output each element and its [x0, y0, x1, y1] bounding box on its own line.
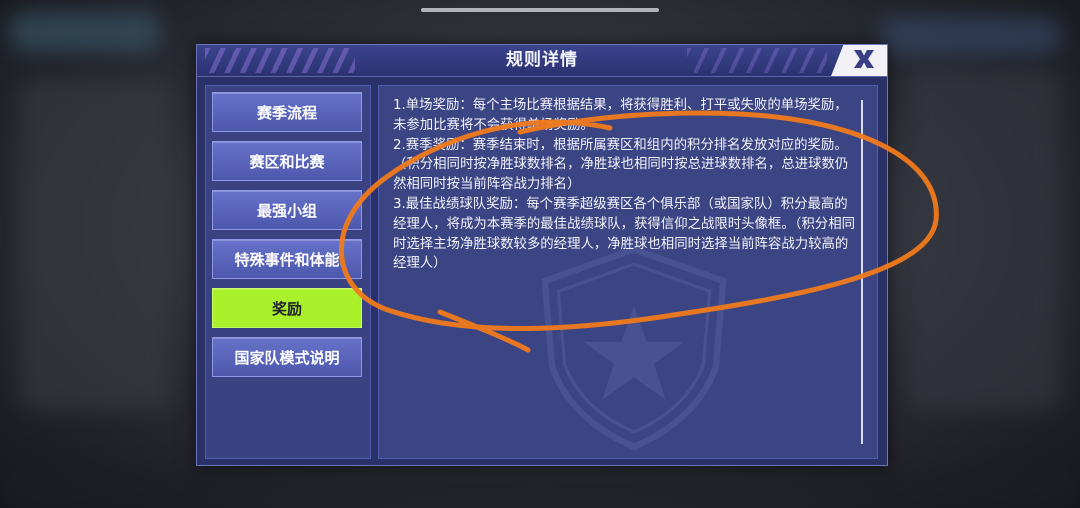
sidebar-item-label: 特殊事件和体能 — [234, 250, 340, 269]
rule-item: 1.单场奖励：每个主场比赛根据结果，将获得胜利、打平或失败的单场奖励，未参加比赛… — [393, 98, 848, 133]
top-drag-handle[interactable] — [421, 8, 659, 12]
rules-text: 1.单场奖励：每个主场比赛根据结果，将获得胜利、打平或失败的单场奖励，未参加比赛… — [393, 96, 855, 274]
rule-item: 2.赛季奖励：赛季结束时，根据所属赛区和组内的积分排名发放对应的奖励。（积分相同… — [393, 137, 849, 193]
sidebar-item-label: 赛季流程 — [256, 103, 317, 122]
sidebar-item-label: 赛区和比赛 — [249, 152, 325, 171]
close-x-icon — [841, 48, 877, 74]
rules-content-panel[interactable]: 1.单场奖励：每个主场比赛根据结果，将获得胜利、打平或失败的单场奖励，未参加比赛… — [378, 85, 878, 459]
sidebar-item-season-flow[interactable]: 赛季流程 — [212, 92, 362, 132]
sidebar: 赛季流程 赛区和比赛 最强小组 特殊事件和体能 奖励 国家队模式说明 — [205, 85, 371, 459]
sidebar-item-label: 奖励 — [271, 299, 302, 318]
sidebar-item-special-events[interactable]: 特殊事件和体能 — [212, 239, 362, 279]
sidebar-item-division-and-match[interactable]: 赛区和比赛 — [212, 141, 362, 181]
sidebar-item-label: 最强小组 — [256, 201, 317, 220]
rule-item: 3.最佳战绩球队奖励：每个赛季超级赛区各个俱乐部（或国家队）积分最高的经理人，将… — [393, 196, 855, 272]
sidebar-item-strongest-group[interactable]: 最强小组 — [212, 190, 362, 230]
dialog-title: 规则详情 — [506, 50, 578, 70]
content-scrollbar[interactable] — [861, 100, 863, 444]
sidebar-item-label: 国家队模式说明 — [234, 348, 340, 367]
sidebar-item-rewards[interactable]: 奖励 — [212, 288, 362, 328]
title-bar: 规则详情 — [197, 45, 887, 77]
sidebar-item-national-team-mode[interactable]: 国家队模式说明 — [212, 337, 362, 377]
rules-dialog: 规则详情 赛季流程 赛区和比赛 最强小组 特殊事件和体能 奖励 国家队模式说明 … — [196, 44, 888, 466]
